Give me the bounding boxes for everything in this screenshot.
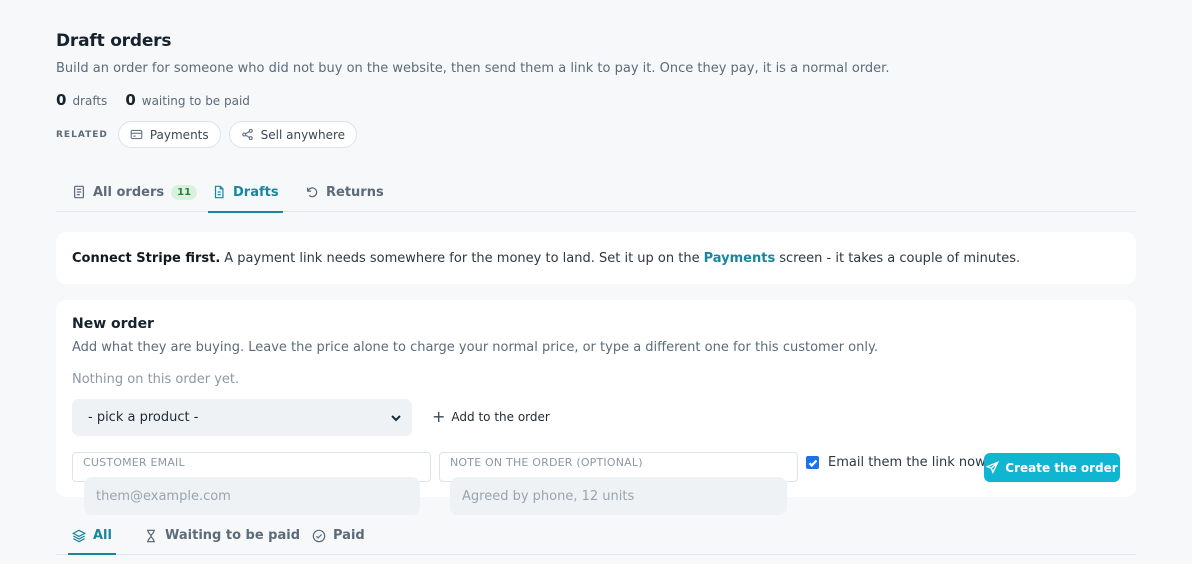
layers-icon [72,529,86,542]
related-link-label: Payments [149,127,209,142]
check-circle-icon [312,529,326,542]
filter-tab-label: Paid [333,528,365,543]
stat-drafts: 0 drafts [56,90,107,109]
stat-value: 0 [125,91,136,109]
stat-waiting: 0 waiting to be paid [125,90,250,109]
notice-text-after: screen - it takes a couple of minutes. [779,250,1021,266]
draft-document-icon [214,185,224,199]
receipt-icon [74,185,84,199]
payments-link[interactable]: Payments [704,251,776,266]
email-link-toggle: Email them the link now [806,455,986,470]
email-link-label: Email them the link now [828,455,986,470]
create-order-button[interactable]: Create the order [984,453,1120,482]
tab-label: Returns [326,184,384,200]
share-icon [241,128,253,141]
customer-email-placeholder: them@example.com [96,488,231,504]
notice-text: A payment link needs somewhere for the m… [224,250,700,266]
order-note-placeholder: Agreed by phone, 12 units [462,488,635,504]
notice-bold: Connect Stripe first. [72,250,221,266]
chevron-down-icon [391,414,401,421]
page-title: Draft orders [56,31,172,51]
filter-tab-label: All [93,528,112,543]
filter-tabs: All Waiting to be paid Paid [56,517,1136,555]
stats-row: 0 drafts 0 waiting to be paid [56,90,250,109]
customer-email-input[interactable]: them@example.com [84,477,420,515]
send-icon [986,461,1000,474]
product-select[interactable]: - pick a product - [72,399,412,436]
related-link-label: Sell anywhere [260,127,346,142]
checkmark-icon [808,459,817,467]
related-link-payments[interactable]: Payments [117,121,221,148]
empty-order-text: Nothing on this order yet. [72,372,240,387]
undo-icon [307,187,318,198]
add-to-order-label: Add to the order [451,410,550,424]
customer-email-label: CUSTOMER EMAIL [83,456,185,469]
tab-returns[interactable]: Returns [301,172,388,212]
product-select-value: - pick a product - [88,410,199,425]
related-label: RELATED [56,129,108,140]
filter-tab-label: Waiting to be paid [165,528,301,543]
add-to-order-button[interactable]: + Add to the order [432,407,550,427]
related-link-sell-anywhere[interactable]: Sell anywhere [228,121,358,148]
filter-tab-paid[interactable]: Paid [308,517,369,554]
hourglass-icon [147,529,155,542]
tab-drafts[interactable]: Drafts [208,172,283,213]
filter-tab-all[interactable]: All [68,517,116,555]
email-link-checkbox[interactable] [806,456,819,469]
filter-tab-waiting[interactable]: Waiting to be paid [140,517,304,554]
new-order-title: New order [72,316,154,332]
order-note-input[interactable]: Agreed by phone, 12 units [450,477,787,515]
page-subtitle: Build an order for someone who did not b… [56,61,890,76]
create-order-label: Create the order [1005,460,1118,475]
count-badge: 11 [171,184,198,200]
stripe-notice: Connect Stripe first. A payment link nee… [56,232,1136,284]
stat-value: 0 [56,91,67,109]
stat-label: drafts [72,94,108,108]
tab-all-orders[interactable]: All orders 11 [68,172,201,212]
related-links: RELATED Payments Sell anywhere [56,121,358,148]
tab-label: Drafts [233,184,279,200]
new-order-description: Add what they are buying. Leave the pric… [72,340,878,355]
main-tabs: All orders 11 Drafts Returns [56,172,1136,213]
order-note-label: NOTE ON THE ORDER (OPTIONAL) [450,456,643,469]
tab-label: All orders [93,184,165,200]
credit-card-icon [130,129,143,140]
stat-label: waiting to be paid [141,94,250,108]
plus-icon: + [432,407,446,426]
